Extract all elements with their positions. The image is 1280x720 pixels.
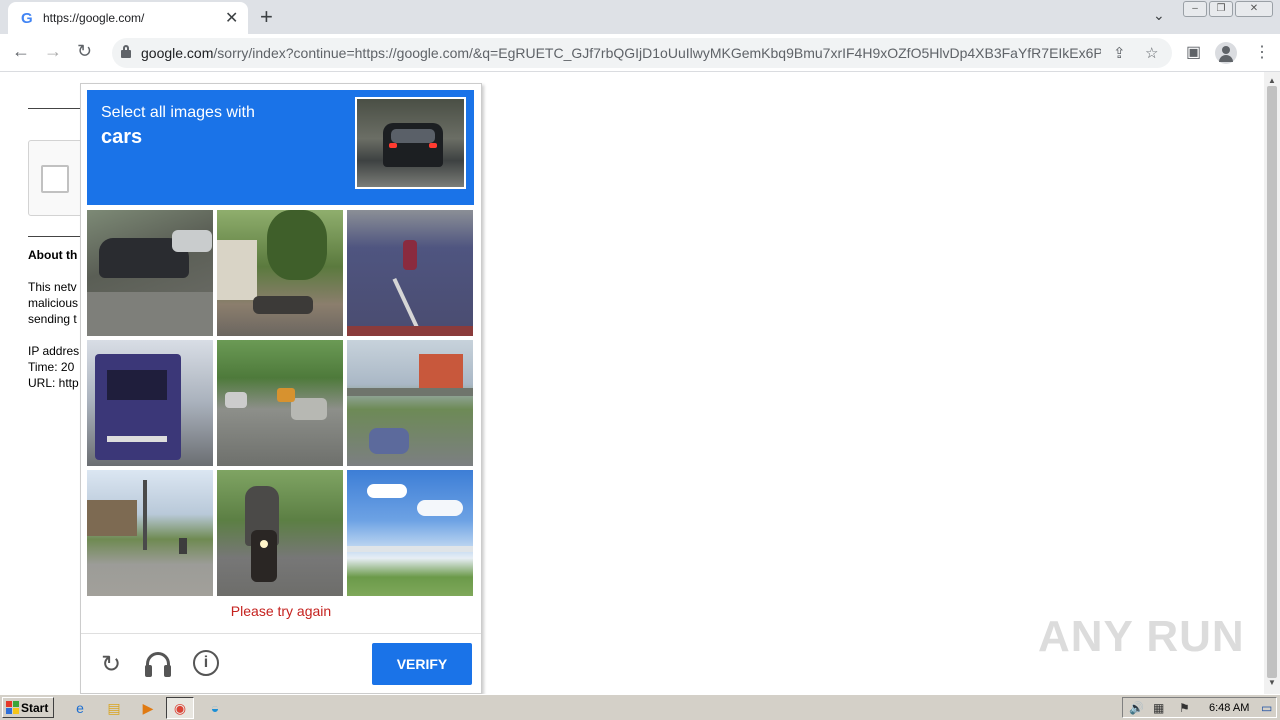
reload-icon[interactable]: ↻ [96, 650, 126, 680]
image-tile-8[interactable] [217, 470, 343, 596]
ie-icon[interactable]: e [70, 698, 90, 718]
scroll-thumb[interactable] [1267, 86, 1277, 678]
url-path: /sorry/index?continue=https://google.com… [213, 45, 1101, 61]
google-favicon-icon: G [21, 10, 33, 27]
url-text[interactable]: google.com/sorry/index?continue=https://… [141, 45, 1101, 61]
image-tile-9[interactable] [347, 470, 473, 596]
reload-page-icon[interactable]: ↻ [77, 41, 92, 62]
start-label: Start [21, 701, 49, 715]
page-line[interactable]: URL: http [28, 376, 79, 390]
page-line: sending t [28, 312, 77, 326]
browser-toolbar: ← → ↻ google.com/sorry/index?continue=ht… [0, 34, 1280, 72]
chrome-icon[interactable]: ◉ [166, 697, 194, 719]
recaptcha-checkbox-card [28, 140, 88, 216]
verify-button[interactable]: VERIFY [372, 643, 472, 685]
audio-icon[interactable] [145, 652, 171, 678]
divider [28, 108, 88, 109]
tab-search-icon[interactable]: ⌄ [1153, 7, 1165, 24]
tab-strip: G https://google.com/ ✕ + ⌄ – ❐ ✕ [0, 0, 1280, 34]
side-panel-icon[interactable]: ▣ [1186, 42, 1201, 62]
flag-icon[interactable]: ⚑ [1179, 701, 1190, 715]
new-tab-button[interactable]: + [260, 4, 273, 30]
scroll-up-icon[interactable]: ▲ [1268, 76, 1276, 85]
challenge-keyword: cars [101, 126, 143, 148]
error-message: Please try again [230, 603, 332, 619]
challenge-header: Select all images with cars [87, 90, 474, 205]
tab-close-icon[interactable]: ✕ [225, 8, 238, 28]
divider [28, 236, 88, 237]
start-button[interactable]: Start [2, 697, 54, 718]
media-player-icon[interactable]: ▶ [138, 698, 158, 718]
sample-image [355, 97, 466, 189]
windows-taskbar: Start e ▤ ▶ ◉ ◒ 🔊 ▦ ⚑ 6:48 AM ▭ [0, 694, 1280, 720]
page-line: malicious [28, 296, 79, 310]
forward-arrow-icon[interactable]: → [44, 41, 62, 62]
restore-icon[interactable]: ❐ [1209, 1, 1233, 17]
image-tile-6[interactable] [347, 340, 473, 466]
bookmark-star-icon[interactable]: ☆ [1145, 44, 1158, 62]
menu-kebab-icon[interactable]: ⋮ [1254, 42, 1270, 62]
clock[interactable]: 6:48 AM [1209, 702, 1249, 714]
system-tray: 🔊 ▦ ⚑ 6:48 AM ▭ [1122, 697, 1277, 718]
challenge-instruction: Select all images with [101, 104, 255, 121]
edge-icon[interactable]: ◒ [205, 698, 225, 718]
window-close-icon[interactable]: ✕ [1235, 1, 1273, 17]
about-heading: About th [28, 248, 78, 262]
image-tile-5[interactable] [217, 340, 343, 466]
back-arrow-icon[interactable]: ← [12, 41, 30, 62]
info-icon[interactable]: i [193, 650, 219, 676]
page-scrollbar[interactable]: ▲ ▼ [1264, 72, 1280, 694]
taillight [389, 143, 397, 148]
image-tile-7[interactable] [87, 470, 213, 596]
scroll-down-icon[interactable]: ▼ [1268, 678, 1276, 687]
recaptcha-challenge: Select all images with cars Please try a… [80, 83, 482, 694]
image-tile-4[interactable] [87, 340, 213, 466]
taillight [429, 143, 437, 148]
windows-logo-icon [6, 701, 19, 714]
footer-divider [81, 633, 481, 634]
image-grid [87, 210, 473, 596]
image-tile-2[interactable] [217, 210, 343, 336]
page-line: IP addres [28, 344, 80, 358]
folder-icon[interactable]: ▤ [104, 698, 124, 718]
volume-icon[interactable]: 🔊 [1129, 701, 1144, 715]
tab-title: https://google.com/ [43, 11, 145, 25]
lock-icon[interactable] [121, 45, 131, 58]
page-line: This netv [28, 280, 77, 294]
profile-avatar-icon[interactable] [1215, 42, 1237, 64]
share-icon[interactable]: ⇪ [1113, 44, 1126, 62]
network-icon[interactable]: ▦ [1153, 701, 1164, 715]
browser-tab[interactable]: G https://google.com/ ✕ [8, 2, 248, 34]
url-host: google.com [141, 45, 214, 61]
minimize-icon[interactable]: – [1183, 1, 1207, 17]
anyrun-watermark: ANY RUN [1038, 612, 1245, 661]
show-desktop-icon[interactable]: ▭ [1261, 701, 1272, 715]
image-tile-1[interactable] [87, 210, 213, 336]
recaptcha-checkbox[interactable] [41, 165, 69, 193]
page-line: Time: 20 [28, 360, 75, 374]
address-bar[interactable]: google.com/sorry/index?continue=https://… [112, 38, 1172, 68]
image-tile-3[interactable] [347, 210, 473, 336]
